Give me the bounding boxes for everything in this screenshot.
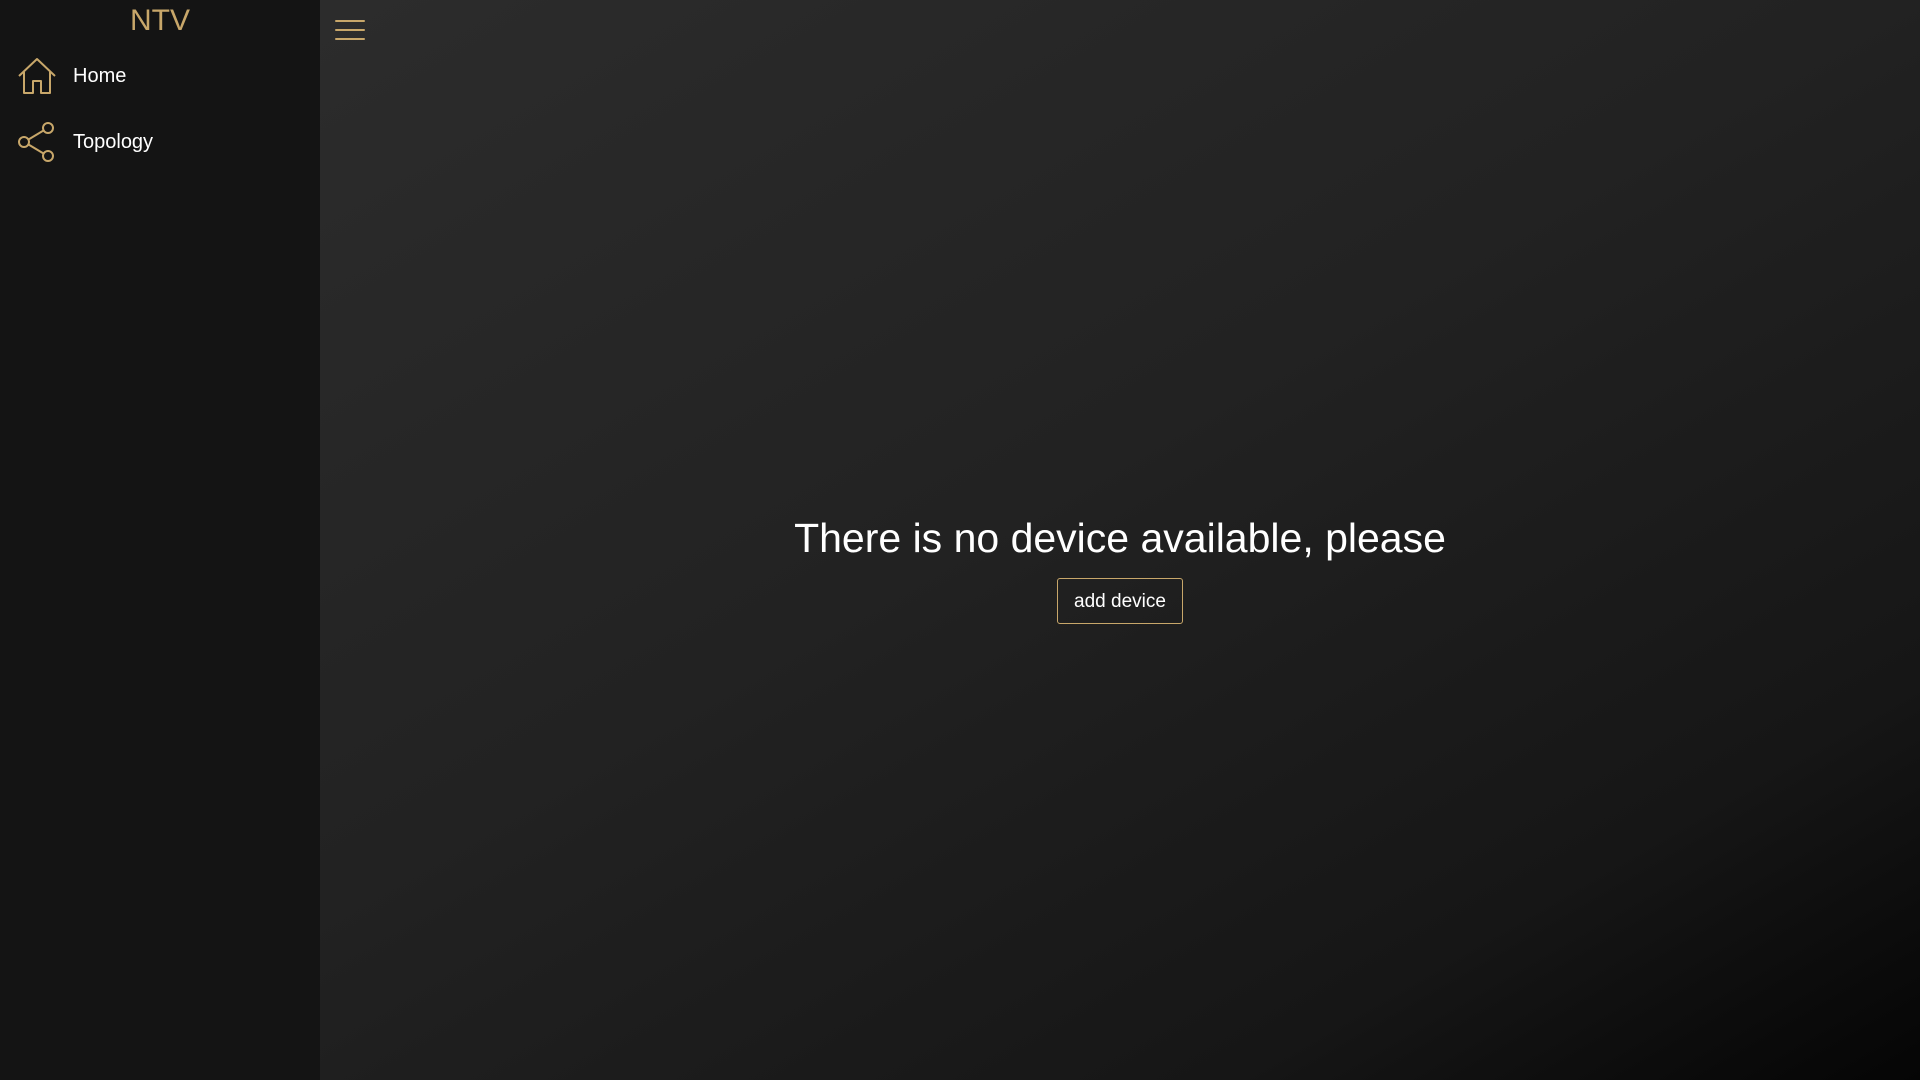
sidebar-item-home[interactable]: Home [16,54,306,98]
add-device-button[interactable]: add device [1057,578,1183,624]
share-icon [16,121,58,163]
sidebar-item-label: Topology [73,130,154,153]
app: NTV Home Topology There is no device ava… [0,0,1920,1080]
empty-state-message: There is no device available, please [794,515,1446,561]
app-brand: NTV [130,4,190,37]
home-icon [16,55,58,97]
sidebar: NTV Home Topology [0,0,320,1080]
main-content: There is no device available, please add… [320,0,1920,1080]
sidebar-item-topology[interactable]: Topology [16,120,306,164]
hamburger-menu-icon[interactable] [334,16,366,44]
sidebar-item-label: Home [73,64,127,87]
empty-state: There is no device available, please add… [320,510,1920,624]
